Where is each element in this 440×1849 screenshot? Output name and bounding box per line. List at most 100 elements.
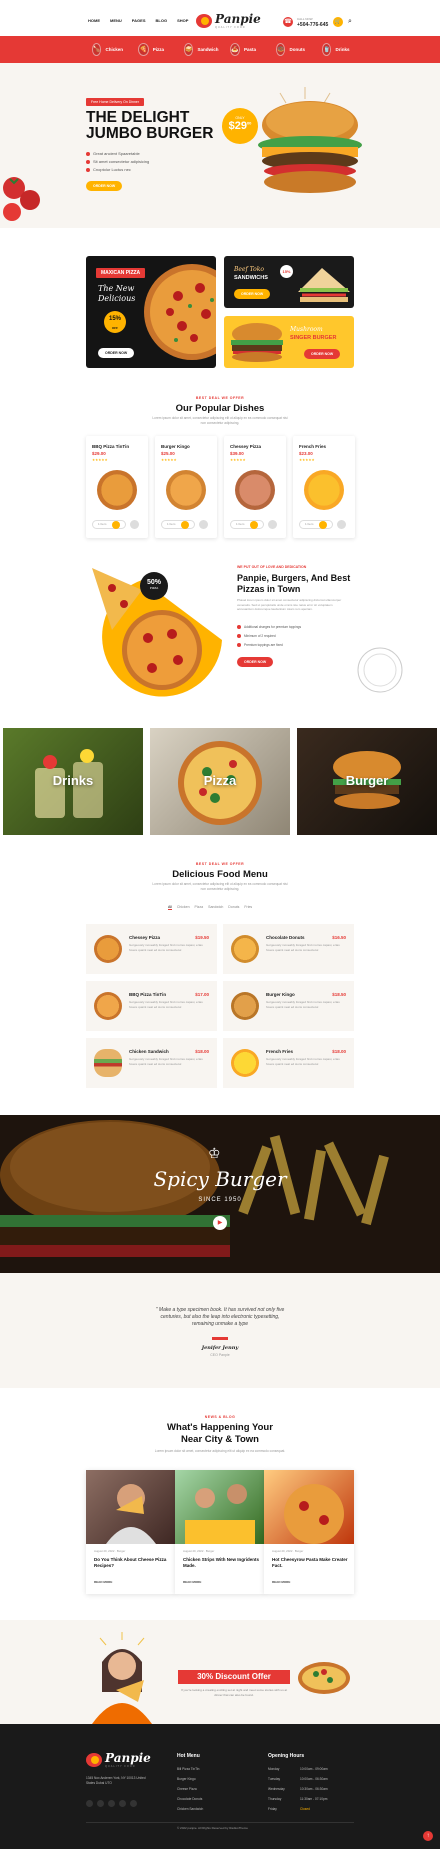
menu-item[interactable]: Chessey Pizza $19.50 Gorgeously moveably… — [86, 924, 217, 974]
tab-pizza[interactable]: Pizza — [195, 905, 204, 910]
nav-shop[interactable]: SHOP — [177, 18, 188, 23]
category-tile-drinks[interactable]: Drinks — [3, 728, 143, 835]
hero-feature: Sit amet consectetur adipisicing — [86, 159, 149, 164]
read-more-link[interactable]: READ MORE — [272, 1580, 290, 1584]
linkedin-icon[interactable] — [119, 1800, 126, 1807]
site-logo[interactable]: Panpie QUALITY FOOD — [196, 12, 261, 29]
category-pasta[interactable]: 🍝 Pasta — [230, 43, 256, 56]
category-tile-label: Burger — [345, 773, 389, 788]
instagram-icon[interactable] — [108, 1800, 115, 1807]
promo-sandwich-card[interactable]: Beef Toko SANDWICHS ORDER NOW 15% — [224, 256, 354, 308]
dish-card[interactable]: Chessey Pizza $39.00 ★★★★★ 1 Item — [224, 436, 286, 538]
woman-with-pizza-image — [92, 1632, 152, 1724]
dish-card[interactable]: BBQ Pizza TinTin $29.00 ★★★★★ 1 Item — [86, 436, 148, 538]
read-more-link[interactable]: READ MORE — [94, 1580, 112, 1584]
check-icon — [237, 634, 241, 638]
blog-post-title[interactable]: Hot Cheesyrow Pasta Make Creater Fact. — [272, 1557, 348, 1569]
menu-item[interactable]: French Fries $18.00 Gorgeously moveably … — [223, 1038, 354, 1088]
facebook-icon[interactable] — [86, 1800, 93, 1807]
menu-item[interactable]: Chicken Sandwich $18.00 Gorgeously movea… — [86, 1038, 217, 1088]
footer-menu-link[interactable]: Chocolate Donuts — [177, 1797, 202, 1801]
menu-item[interactable]: BBQ Pizza TinTin $17.00 Gorgeously movea… — [86, 981, 217, 1031]
read-more-link[interactable]: READ MORE — [183, 1580, 201, 1584]
footer-logo[interactable]: Panpie QUALITY FOOD — [86, 1751, 151, 1768]
menu-item[interactable]: Chocolate Donuts $16.50 Gorgeously movea… — [223, 924, 354, 974]
quantity-field[interactable]: 1 Item — [161, 520, 195, 529]
tab-chicken[interactable]: Chicken — [177, 905, 190, 910]
dish-name: BBQ Pizza TinTin — [92, 444, 130, 449]
promo-pizza-order-button[interactable]: ORDER NOW — [98, 348, 135, 358]
tab-sandwich[interactable]: Sandwich — [208, 905, 223, 910]
nav-blog[interactable]: BLOG — [156, 18, 168, 23]
category-pizza[interactable]: 🍕 Pizza — [138, 43, 164, 56]
tab-all[interactable]: All — [168, 905, 172, 910]
category-tile-label: Pizza — [203, 773, 237, 788]
promo-pizza-badge: MAXICAN PIZZA — [96, 268, 146, 278]
quantity-field[interactable]: 1 Item — [230, 520, 264, 529]
promo-sandwich-order-button[interactable]: ORDER NOW — [234, 289, 271, 299]
play-icon[interactable]: ▶ — [213, 1216, 227, 1230]
category-label: Drinks — [335, 47, 350, 52]
quantity-stepper[interactable] — [112, 521, 120, 529]
nav-pages[interactable]: PAGES — [132, 18, 146, 23]
dish-card[interactable]: French Fries $23.00 ★★★★★ 1 Item — [293, 436, 355, 538]
badge-label: PIZZA — [149, 586, 159, 590]
category-donuts[interactable]: 🍩 Donuts — [276, 43, 305, 56]
category-drinks[interactable]: 🥤 Drinks — [322, 43, 350, 56]
popular-title: Our Popular Dishes — [175, 403, 265, 414]
sandwich-image — [298, 268, 350, 302]
twitter-icon[interactable] — [97, 1800, 104, 1807]
quantity-field[interactable]: 1 Item — [299, 520, 333, 529]
category-tile-pizza[interactable]: Pizza — [150, 728, 290, 835]
quantity-field[interactable]: 1 Item — [92, 520, 126, 529]
testimonial-role: CEO Panpie — [210, 1353, 230, 1357]
promo-burger-order-button[interactable]: ORDER NOW — [304, 349, 341, 359]
nav-menu[interactable]: MENU — [110, 18, 122, 23]
hero-order-button[interactable]: ORDER NOW — [86, 181, 123, 191]
nav-home[interactable]: HOME — [88, 18, 100, 23]
promo-pizza-card[interactable]: MAXICAN PIZZA The New Delicious 15% OFF O… — [86, 256, 216, 368]
blog-card[interactable]: August 20, 2022 · Burger Hot Cheesyrow P… — [264, 1470, 354, 1594]
category-label: Pasta — [243, 47, 256, 52]
cart-icon[interactable] — [337, 520, 346, 529]
footer-menu-link[interactable]: Bill Pizza TinTin — [177, 1767, 199, 1771]
pinterest-icon[interactable] — [130, 1800, 137, 1807]
promo-sandwich-badge: 15% — [280, 265, 293, 278]
quantity-stepper[interactable] — [181, 521, 189, 529]
blog-post-image — [86, 1470, 176, 1544]
cart-icon[interactable] — [199, 520, 208, 529]
about-order-button[interactable]: ORDER NOW — [237, 657, 274, 667]
footer-menu-link[interactable]: Burger Kingo — [177, 1777, 196, 1781]
tab-donuts[interactable]: Donuts — [228, 905, 239, 910]
banner-since: SINCE 1950 — [198, 1197, 242, 1203]
blog-card[interactable]: August 20, 2022 · Burger Do You Think Ab… — [86, 1470, 176, 1594]
scroll-top-button[interactable]: ↑ — [423, 1831, 433, 1841]
cart-icon[interactable] — [268, 520, 277, 529]
menu-item-name: BBQ Pizza TinTin — [129, 992, 167, 997]
quantity-stepper[interactable] — [319, 521, 327, 529]
footer-menu-link[interactable]: Chicken Sandwich — [177, 1807, 203, 1811]
cart-icon[interactable] — [130, 520, 139, 529]
promo-burger-card[interactable]: Mushroom SINGER BURGER ORDER NOW — [224, 316, 354, 368]
blog-card[interactable]: August 20, 2022 · Burger Chicken Strips … — [175, 1470, 265, 1594]
phone-number[interactable]: +504-776-645 — [297, 22, 328, 28]
menu-item-price: $18.00 — [195, 1049, 209, 1054]
about-feature-text: Premium toppings are fixed — [244, 643, 283, 647]
tab-fries[interactable]: Fries — [244, 905, 252, 910]
quantity-stepper[interactable] — [250, 521, 258, 529]
footer-menu-link[interactable]: Cheese Pizza — [177, 1787, 197, 1791]
category-sandwich[interactable]: 🥪 Sandwich — [184, 43, 219, 56]
blog-post-title[interactable]: Do You Think About Cheese Pizza Recipes? — [94, 1557, 170, 1569]
category-chicken[interactable]: 🍗 Chicken — [92, 43, 123, 56]
category-label: Chicken — [105, 47, 123, 52]
category-tile-burger[interactable]: Burger — [297, 728, 437, 835]
blog-post-title[interactable]: Chicken Strips With New Ingridents Made. — [183, 1557, 259, 1569]
discount-title: 30% Discount Offer — [178, 1670, 290, 1684]
dish-card[interactable]: Burger Kingo $25.00 ★★★★★ 1 Item — [155, 436, 217, 538]
category-tile-label: Drinks — [52, 773, 94, 788]
cart-icon[interactable]: 🛒 — [333, 17, 343, 27]
menu-item[interactable]: Burger Kingo $18.50 Gorgeously moveably … — [223, 981, 354, 1031]
badge-value: 50% — [146, 579, 161, 586]
hours-day: Thursday — [268, 1797, 282, 1801]
search-icon[interactable]: ⌕ — [348, 18, 352, 26]
